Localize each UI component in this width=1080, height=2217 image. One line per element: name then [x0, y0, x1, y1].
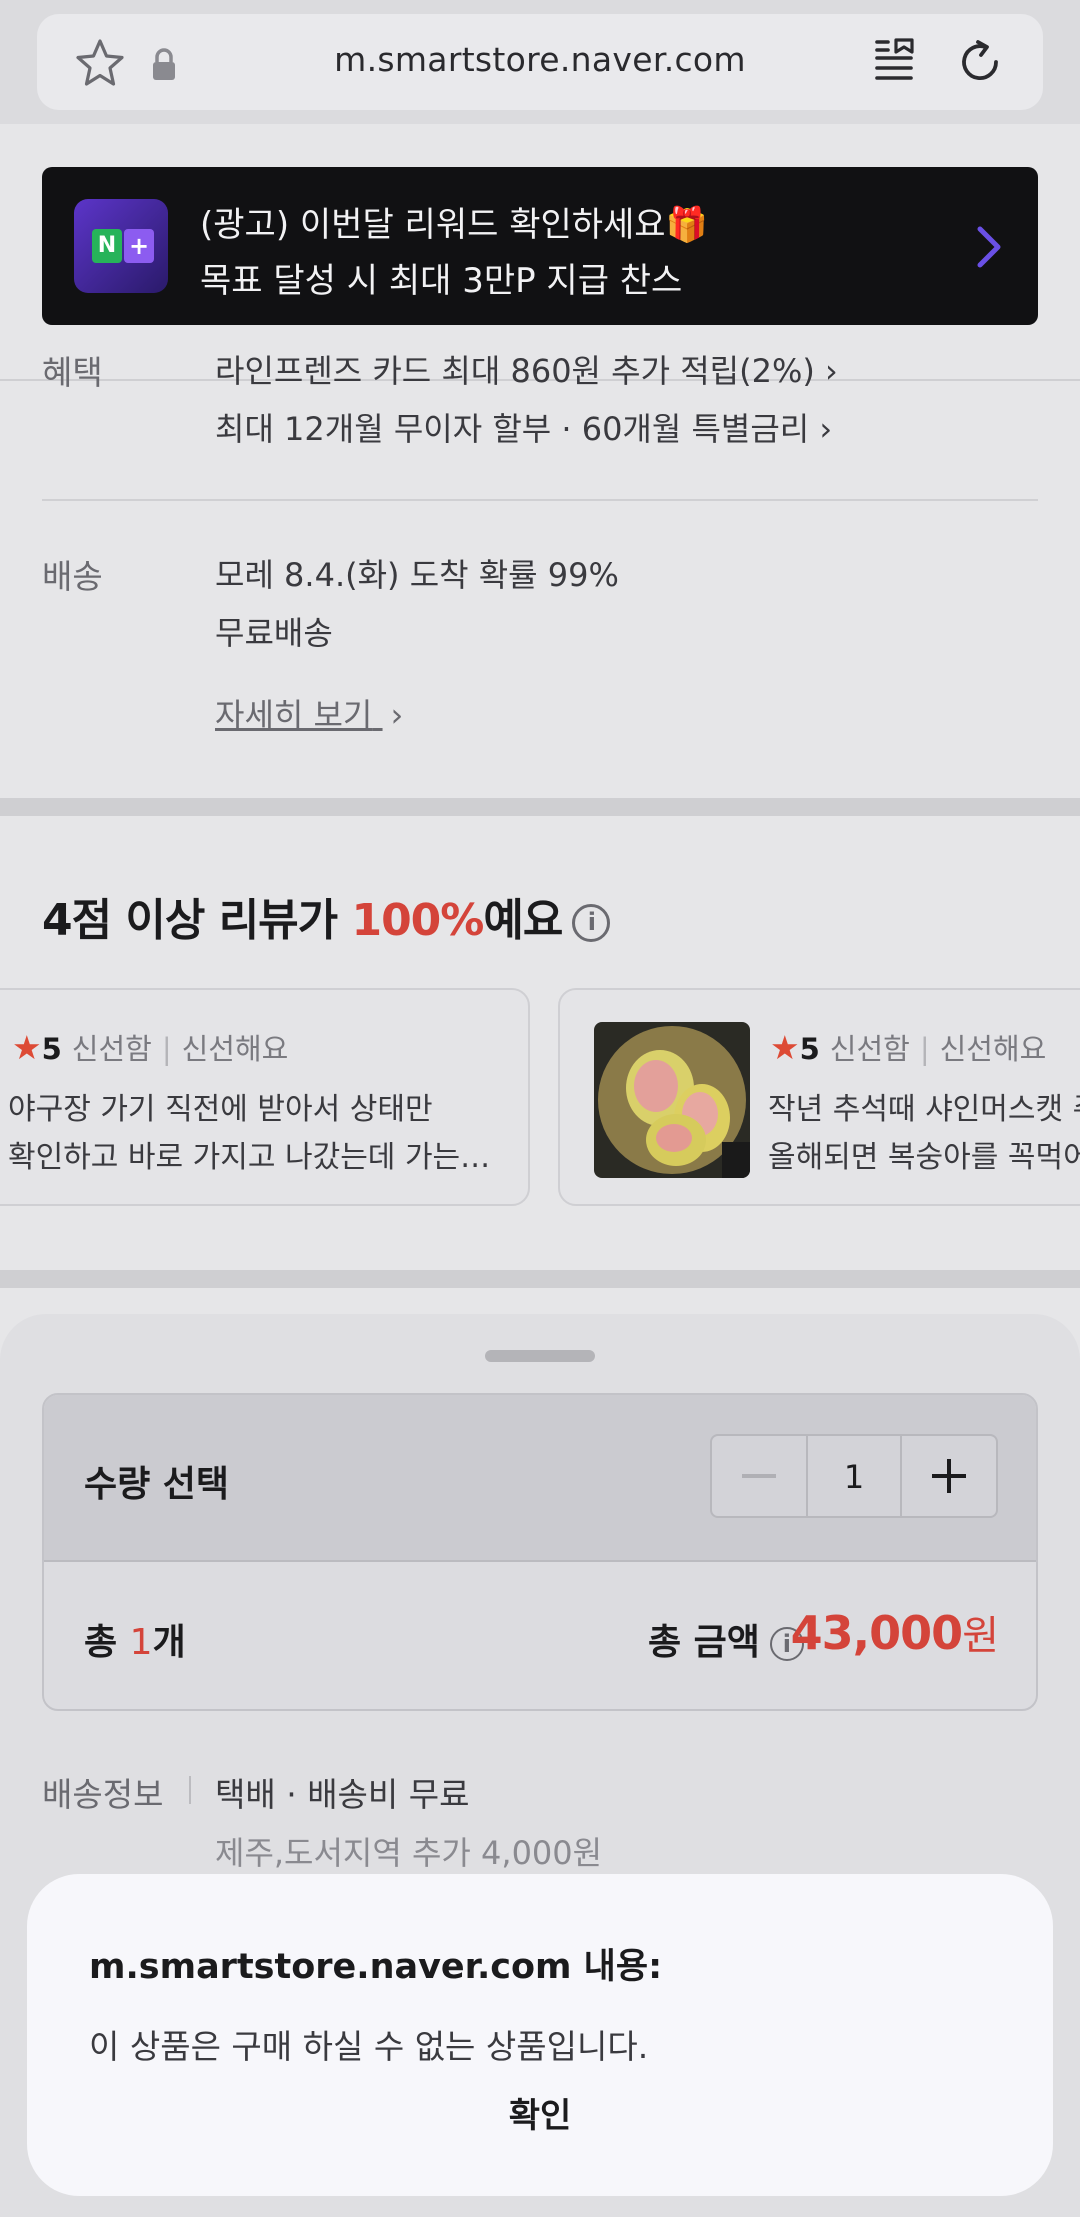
review-card[interactable]: ★5 신선함 | 신선해요 야구장 가기 직전에 받아서 상태만 확인하고 바로 가지… — [0, 988, 530, 1206]
total-amount-value: 43,000 — [790, 1606, 964, 1660]
section-gap — [0, 798, 1080, 816]
quantity-label: 수량 선택 — [84, 1464, 230, 1505]
benefit-installment-link[interactable]: 최대 12개월 무이자 할부 · 60개월 특별금리 › — [215, 404, 832, 450]
naver-plus-logo: N + — [74, 199, 168, 293]
tag-separator: | — [161, 1032, 172, 1066]
shipping-extra-fee: 제주,도서지역 추가 4,000원 — [215, 1834, 603, 1872]
quantity-box: 수량 선택 1 총 1개 총 금액 43,000원 — [42, 1393, 1038, 1711]
review-title-pre: 4점 이상 리뷰가 — [42, 895, 352, 946]
ad-headline: (광고) 이번달 리워드 확인하세요🎁 — [200, 205, 708, 245]
total-amount: 43,000원 — [790, 1603, 999, 1661]
section-gap — [0, 1270, 1080, 1288]
total-amount-unit: 원 — [962, 1613, 999, 1659]
total-count-post: 개 — [152, 1622, 186, 1663]
review-text-line: 작년 추석때 샤인머스캣 주 — [768, 1092, 1080, 1127]
total-amount-label: 총 금액 — [648, 1613, 804, 1665]
reload-icon[interactable] — [956, 38, 1004, 86]
dialog-title: m.smartstore.naver.com 내용: — [89, 1947, 663, 1987]
plus-icon — [932, 1459, 966, 1493]
confirm-button[interactable]: 확인 — [27, 2088, 1053, 2137]
review-tag: 신선함 — [829, 1032, 910, 1066]
logo-tile-plus: + — [124, 229, 154, 263]
review-text-line: 올해되면 복숭아를 꼭먹어 — [768, 1140, 1080, 1175]
review-title-post: 예요 — [483, 895, 563, 946]
total-count-number: 1 — [129, 1622, 153, 1663]
shipping-info-value: 택배 · 배송비 무료 — [215, 1775, 470, 1814]
info-icon[interactable] — [572, 904, 611, 942]
delivery-more-label: 자세히 보기 — [215, 696, 373, 734]
review-meta: ★5 신선함 | 신선해요 — [12, 1026, 288, 1068]
review-summary-title: 4점 이상 리뷰가 100%예요 — [42, 884, 611, 948]
url-text[interactable]: m.smartstore.naver.com — [0, 40, 1080, 79]
review-text-line: 확인하고 바로 가지고 나갔는데 가는… — [8, 1140, 491, 1175]
review-score: 5 — [799, 1032, 820, 1066]
total-amount-label-text: 총 금액 — [648, 1622, 760, 1663]
minus-icon — [742, 1474, 776, 1478]
quantity-row: 수량 선택 1 — [44, 1395, 1036, 1562]
quantity-value[interactable]: 1 — [808, 1458, 900, 1496]
star-icon: ★ — [770, 1028, 800, 1067]
ad-subline: 목표 달성 시 최대 3만P 지급 찬스 — [200, 261, 683, 301]
total-count: 총 1개 — [84, 1613, 186, 1665]
ad-banner[interactable]: N + (광고) 이번달 리워드 확인하세요🎁 목표 달성 시 최대 3만P 지… — [42, 167, 1038, 325]
increase-button[interactable] — [900, 1436, 996, 1516]
review-tag: 신선해요 — [181, 1032, 289, 1066]
reader-mode-icon[interactable] — [874, 38, 914, 84]
star-icon: ★ — [12, 1028, 42, 1067]
chevron-right-icon: › — [390, 696, 404, 734]
delivery-eta: 모레 8.4.(화) 도착 확률 99% — [215, 556, 619, 594]
shipping-info-label: 배송정보 — [42, 1775, 164, 1814]
benefits-label: 혜택 — [42, 353, 103, 392]
review-score: 5 — [41, 1032, 62, 1066]
review-meta: ★5 신선함 | 신선해요 — [770, 1026, 1046, 1068]
review-title-percent: 100% — [351, 895, 484, 946]
browser-toolbar: m.smartstore.naver.com — [0, 0, 1080, 124]
delivery-fee: 무료배송 — [215, 614, 333, 652]
chevron-right-icon[interactable] — [974, 225, 1004, 269]
divider — [42, 499, 1038, 501]
review-photo — [594, 1022, 750, 1178]
shipping-separator — [189, 1776, 191, 1804]
dialog-message: 이 상품은 구매 하실 수 없는 상품입니다. — [89, 2027, 649, 2066]
review-card[interactable]: ★5 신선함 | 신선해요 작년 추석때 샤인머스캣 주 올해되면 복숭아를 꼭먹어 — [558, 988, 1080, 1206]
total-count-pre: 총 — [84, 1622, 130, 1663]
tag-separator: | — [919, 1032, 930, 1066]
logo-tile-n: N — [92, 229, 122, 263]
alert-dialog: m.smartstore.naver.com 내용: 이 상품은 구매 하실 수… — [27, 1874, 1053, 2196]
review-tag: 신선해요 — [939, 1032, 1047, 1066]
benefit-card-link[interactable]: 라인프렌즈 카드 최대 860원 추가 적립(2%) › — [215, 346, 838, 392]
quantity-stepper: 1 — [710, 1434, 998, 1518]
delivery-label: 배송 — [42, 557, 103, 596]
review-tag: 신선함 — [71, 1032, 152, 1066]
decrease-button[interactable] — [712, 1436, 808, 1516]
review-text-line: 야구장 가기 직전에 받아서 상태만 — [8, 1092, 433, 1127]
delivery-more-link[interactable]: 자세히 보기 › — [215, 690, 403, 736]
sheet-handle[interactable] — [485, 1350, 595, 1362]
